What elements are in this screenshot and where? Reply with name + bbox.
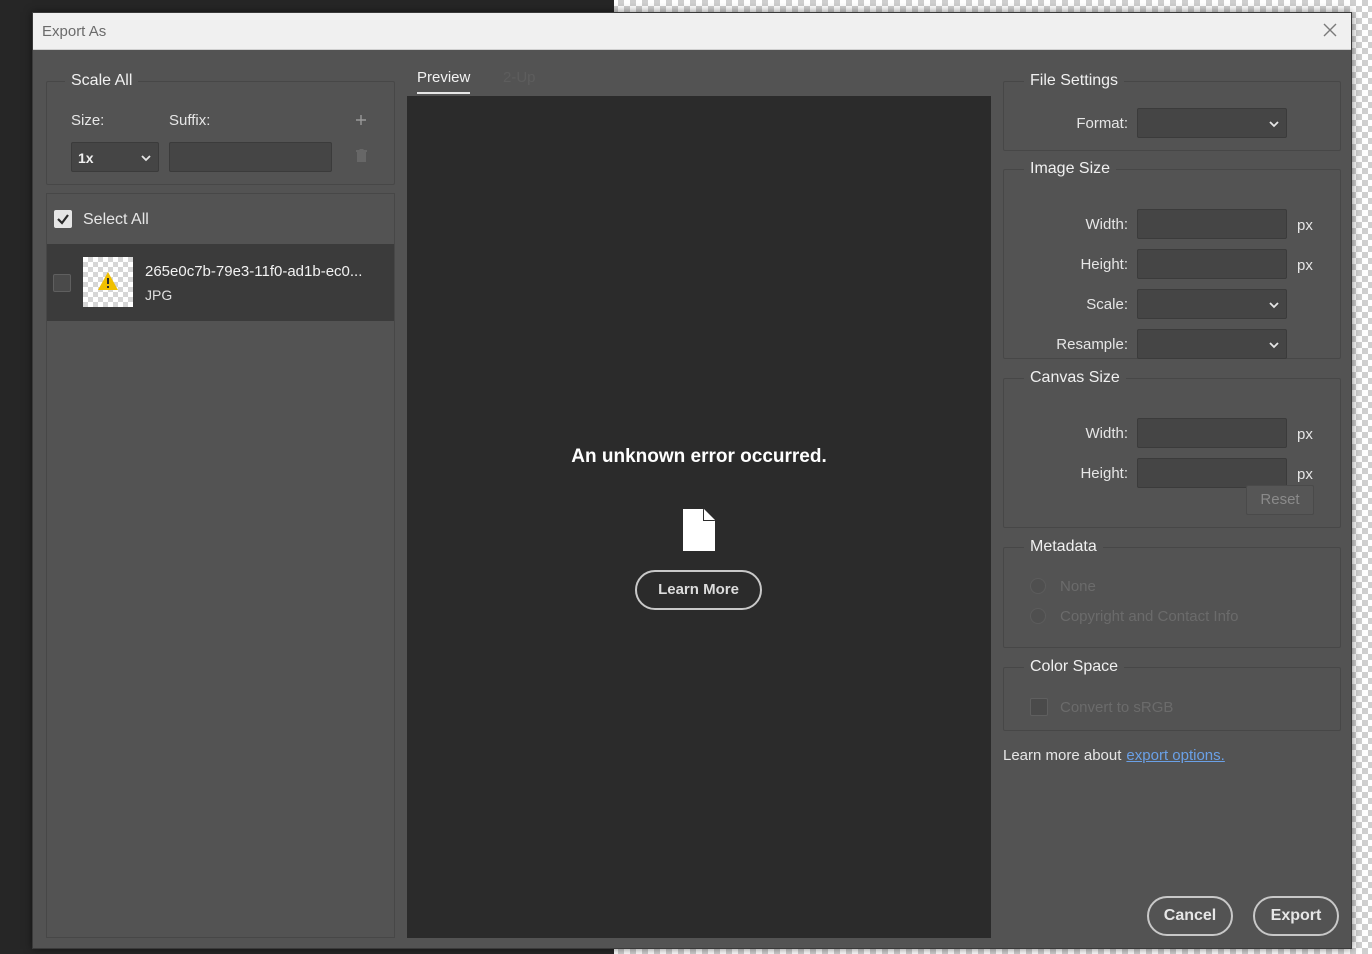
close-icon[interactable]: [1321, 21, 1339, 39]
scale-all-group: Scale All Size: Suffix: 1x: [46, 72, 395, 185]
convert-srgb-label: Convert to sRGB: [1060, 699, 1174, 716]
checkmark-icon: [57, 214, 69, 225]
size-label: Size:: [71, 112, 105, 129]
export-options-link[interactable]: export options.: [1126, 747, 1224, 764]
metadata-copyright-label: Copyright and Contact Info: [1060, 608, 1239, 625]
file-name: 265e0c7b-79e3-11f0-ad1b-ec0...: [145, 263, 363, 280]
color-space-group: Color Space Convert to sRGB: [1003, 658, 1341, 731]
metadata-group: Metadata None Copyright and Contact Info: [1003, 538, 1341, 648]
item-checkbox[interactable]: [53, 274, 71, 292]
export-as-dialog: Export As Scale All Size: Suffix: 1x Sel…: [32, 12, 1352, 949]
canvas-size-group: Canvas Size Width: px Height: px Reset: [1003, 369, 1341, 528]
warning-icon: [98, 272, 118, 290]
scale-select[interactable]: [1137, 289, 1287, 319]
error-message: An unknown error occurred.: [571, 446, 827, 467]
learn-more-text: Learn more about export options.: [1003, 747, 1225, 764]
preview-area: An unknown error occurred. Learn More: [407, 96, 991, 938]
chevron-down-icon: [1269, 302, 1279, 309]
resample-select[interactable]: [1137, 329, 1287, 359]
reset-button[interactable]: Reset: [1246, 485, 1314, 515]
canvas-width-input[interactable]: [1137, 418, 1287, 448]
scale-all-legend: Scale All: [65, 72, 139, 90]
convert-srgb-checkbox[interactable]: [1030, 698, 1048, 716]
list-item[interactable]: 265e0c7b-79e3-11f0-ad1b-ec0... JPG: [47, 244, 394, 321]
add-icon[interactable]: [355, 114, 367, 126]
canvas-height-label: Height:: [1080, 465, 1128, 482]
canvas-size-legend: Canvas Size: [1024, 369, 1126, 387]
metadata-none-label: None: [1060, 578, 1096, 595]
resample-label: Resample:: [1056, 336, 1128, 353]
file-type: JPG: [145, 287, 173, 303]
scale-label: Scale:: [1086, 296, 1128, 313]
image-width-input[interactable]: [1137, 209, 1287, 239]
canvas-height-unit: px: [1297, 466, 1313, 483]
chevron-down-icon: [1269, 342, 1279, 349]
select-all-row[interactable]: Select All: [47, 194, 394, 244]
export-button[interactable]: Export: [1253, 896, 1339, 936]
image-height-input[interactable]: [1137, 249, 1287, 279]
canvas-width-unit: px: [1297, 426, 1313, 443]
file-settings-group: File Settings Format:: [1003, 72, 1341, 151]
size-select-value: 1x: [78, 150, 94, 166]
suffix-label: Suffix:: [169, 112, 211, 129]
image-width-label: Width:: [1085, 216, 1128, 233]
metadata-legend: Metadata: [1024, 538, 1103, 556]
color-space-legend: Color Space: [1024, 658, 1125, 676]
thumbnail: [83, 257, 133, 307]
dialog-title: Export As: [42, 23, 107, 40]
asset-list-panel: Select All 265e0c7b-79e3-11f0-ad1b-ec0..…: [46, 193, 395, 938]
learn-more-prefix: Learn more about: [1003, 747, 1122, 764]
canvas-width-label: Width:: [1085, 425, 1128, 442]
image-height-label: Height:: [1080, 256, 1128, 273]
size-select[interactable]: 1x: [71, 142, 159, 172]
select-all-label: Select All: [83, 211, 149, 228]
learn-more-button[interactable]: Learn More: [635, 570, 762, 610]
document-icon: [683, 509, 715, 551]
chevron-down-icon: [1269, 121, 1279, 128]
metadata-none-radio[interactable]: [1030, 578, 1046, 594]
cancel-button[interactable]: Cancel: [1147, 896, 1233, 936]
image-width-unit: px: [1297, 217, 1313, 234]
image-size-legend: Image Size: [1024, 160, 1117, 178]
format-label: Format:: [1076, 115, 1128, 132]
tab-preview[interactable]: Preview: [417, 69, 471, 94]
image-height-unit: px: [1297, 257, 1313, 274]
metadata-copyright-radio[interactable]: [1030, 608, 1046, 624]
suffix-input[interactable]: [169, 142, 332, 172]
chevron-down-icon: [141, 155, 151, 162]
trash-icon[interactable]: [356, 149, 367, 162]
tab-2-up[interactable]: 2-Up: [503, 69, 536, 86]
file-settings-legend: File Settings: [1024, 72, 1125, 90]
dialog-titlebar: Export As: [33, 13, 1351, 50]
image-size-group: Image Size Width: px Height: px Scale: R…: [1003, 160, 1341, 359]
canvas-height-input[interactable]: [1137, 458, 1287, 488]
select-all-checkbox[interactable]: [54, 210, 72, 228]
format-select[interactable]: [1137, 108, 1287, 138]
